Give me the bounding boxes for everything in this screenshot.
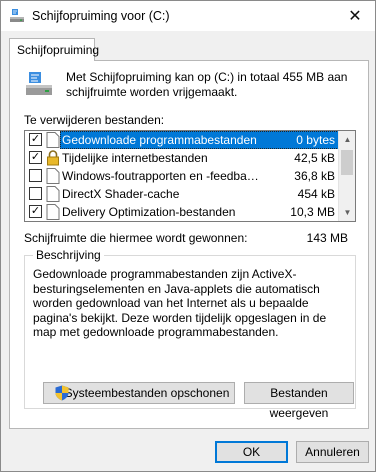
list-item[interactable]: DirectX Shader-cache 454 kB	[25, 185, 339, 203]
list-item[interactable]: ✓ Tijdelijke internetbestanden 42,5 kB	[25, 149, 339, 167]
blank-file-icon	[46, 204, 60, 220]
file-checkbox[interactable]: ✓	[29, 133, 42, 146]
file-size: 454 kB	[297, 187, 335, 201]
blank-file-icon	[46, 168, 60, 184]
vertical-scrollbar[interactable]: ▲ ▼	[338, 131, 355, 221]
space-gained-label: Schijfruimte die hiermee wordt gewonnen:	[24, 231, 248, 245]
file-size: 42,5 kB	[294, 151, 335, 165]
ok-button[interactable]: OK	[215, 441, 288, 463]
file-name: Gedownloade programmabestanden	[62, 133, 257, 147]
scroll-up-arrow-icon[interactable]: ▲	[339, 131, 355, 148]
disk-cleanup-app-icon	[10, 9, 24, 22]
list-item[interactable]: ✓ Delivery Optimization-bestanden 10,3 M…	[25, 203, 339, 221]
disk-cleanup-window: Schijfopruiming voor (C:) ✕ Schijfopruim…	[0, 0, 376, 472]
scroll-thumb[interactable]	[341, 150, 353, 175]
file-size: 36,8 kB	[294, 169, 335, 183]
files-list[interactable]: ✓ Gedownloade programmabestanden 0 bytes…	[24, 130, 356, 222]
file-name: Tijdelijke internetbestanden	[62, 151, 208, 165]
description-group: Beschrijving Gedownloade programmabestan…	[24, 248, 356, 420]
window-title: Schijfopruiming voor (C:)	[32, 9, 170, 23]
file-checkbox[interactable]	[29, 187, 42, 200]
file-name: DirectX Shader-cache	[62, 187, 180, 201]
drive-icon	[26, 72, 52, 95]
cancel-button[interactable]: Annuleren	[296, 441, 369, 463]
file-size: 0 bytes	[296, 133, 335, 147]
space-gained-value: 143 MB	[306, 231, 348, 245]
file-checkbox[interactable]	[29, 169, 42, 182]
close-button[interactable]: ✕	[335, 1, 375, 31]
tab-disk-cleanup[interactable]: Schijfopruiming	[9, 38, 99, 61]
view-files-button[interactable]: Bestanden weergeven	[244, 382, 354, 420]
scroll-down-arrow-icon[interactable]: ▼	[339, 204, 355, 221]
blank-file-icon	[46, 132, 60, 148]
description-text: Gedownloade programmabestanden zijn Acti…	[33, 267, 327, 339]
file-size: 10,3 MB	[290, 205, 335, 219]
cleanup-system-files-button[interactable]: Systeembestanden opschonen	[43, 382, 235, 404]
file-checkbox[interactable]: ✓	[29, 151, 42, 164]
lock-icon	[47, 150, 59, 166]
intro-text: Met Schijfopruiming kan op (C:) in totaa…	[66, 70, 348, 99]
blank-file-icon	[46, 186, 60, 202]
list-item[interactable]: ✓ Gedownloade programmabestanden 0 bytes	[25, 131, 339, 149]
close-icon: ✕	[348, 8, 362, 25]
title-bar[interactable]: Schijfopruiming voor (C:) ✕	[1, 1, 375, 31]
file-name: Delivery Optimization-bestanden	[62, 205, 236, 219]
file-name: Windows-foutrapporten en -feedbackdi...	[62, 169, 264, 183]
list-item[interactable]: Windows-foutrapporten en -feedbackdi... …	[25, 167, 339, 185]
admin-shield-icon	[55, 385, 69, 401]
description-title: Beschrijving	[33, 248, 104, 262]
tab-panel: Met Schijfopruiming kan op (C:) in totaa…	[9, 60, 369, 429]
cleanup-system-files-label: Systeembestanden opschonen	[64, 386, 230, 400]
file-checkbox[interactable]: ✓	[29, 205, 42, 218]
files-to-delete-label: Te verwijderen bestanden:	[24, 113, 165, 127]
